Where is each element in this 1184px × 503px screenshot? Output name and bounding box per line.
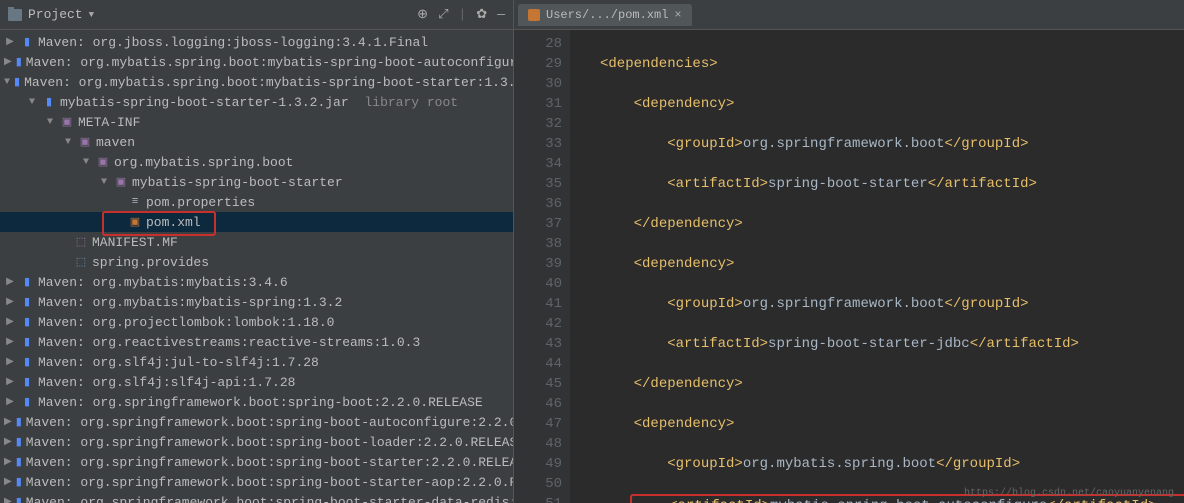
- tree-item[interactable]: ▶▮Maven: org.springframework.boot:spring…: [0, 492, 513, 503]
- divider: |: [458, 7, 466, 22]
- tree-item[interactable]: ▶▮Maven: org.jboss.logging:jboss-logging…: [0, 32, 513, 52]
- watermark-text: https://blog.csdn.net/caoyuanyenang: [964, 488, 1174, 499]
- expand-icon[interactable]: ⤢: [438, 7, 448, 22]
- tree-item[interactable]: ▶▮Maven: org.mybatis:mybatis-spring:1.3.…: [0, 292, 513, 312]
- tree-item[interactable]: ▶▮Maven: org.mybatis:mybatis:3.4.6: [0, 272, 513, 292]
- project-label[interactable]: Project: [28, 7, 83, 22]
- tab-pom-xml[interactable]: Users/.../pom.xml ×: [518, 4, 692, 26]
- editor-tabs: Users/.../pom.xml ×: [514, 0, 1184, 30]
- gear-icon[interactable]: ✿: [476, 7, 487, 22]
- close-icon[interactable]: ×: [674, 8, 681, 22]
- tree-item[interactable]: ▶▮Maven: org.projectlombok:lombok:1.18.0: [0, 312, 513, 332]
- tree-item[interactable]: ▼▣META-INF: [0, 112, 513, 132]
- tree-item[interactable]: ▶▮Maven: org.slf4j:jul-to-slf4j:1.7.28: [0, 352, 513, 372]
- tree-item[interactable]: ▼▣mybatis-spring-boot-starter: [0, 172, 513, 192]
- tree-item[interactable]: ▶▮Maven: org.springframework.boot:spring…: [0, 412, 513, 432]
- tree-item[interactable]: ▼▮mybatis-spring-boot-starter-1.3.2.jar …: [0, 92, 513, 112]
- tree-item[interactable]: ▶▮Maven: org.springframework.boot:spring…: [0, 472, 513, 492]
- tree-item[interactable]: ▶▮Maven: org.springframework.boot:spring…: [0, 452, 513, 472]
- project-tool-window: Project ▼ ⊕ ⤢ | ✿ — ▶▮Maven: org.jboss.l…: [0, 0, 514, 503]
- tree-item[interactable]: ⬚spring.provides: [0, 252, 513, 272]
- tree-item[interactable]: ▼▣org.mybatis.spring.boot: [0, 152, 513, 172]
- tree-item[interactable]: ▶▮Maven: org.reactivestreams:reactive-st…: [0, 332, 513, 352]
- project-tree[interactable]: ▶▮Maven: org.jboss.logging:jboss-logging…: [0, 30, 513, 503]
- tab-label: Users/.../pom.xml: [546, 8, 668, 22]
- tree-item[interactable]: ▶▮Maven: org.springframework.boot:spring…: [0, 392, 513, 412]
- project-icon: [8, 9, 22, 21]
- dropdown-icon[interactable]: ▼: [89, 10, 94, 20]
- tree-item[interactable]: ≡pom.properties: [0, 192, 513, 212]
- tree-item[interactable]: ▶▮Maven: org.slf4j:slf4j-api:1.7.28: [0, 372, 513, 392]
- tree-item[interactable]: ▼▮Maven: org.mybatis.spring.boot:mybatis…: [0, 72, 513, 92]
- tree-item[interactable]: ▶▮Maven: org.mybatis.spring.boot:mybatis…: [0, 52, 513, 72]
- locate-icon[interactable]: ⊕: [417, 7, 428, 22]
- tree-item[interactable]: ▶▮Maven: org.springframework.boot:spring…: [0, 432, 513, 452]
- hide-icon[interactable]: —: [497, 7, 505, 22]
- project-toolbar: Project ▼ ⊕ ⤢ | ✿ —: [0, 0, 513, 30]
- tree-item[interactable]: ▼▣maven: [0, 132, 513, 152]
- code-editor[interactable]: 28 29 30 31 32 33 34 35 36 37 38 39 40 4…: [514, 30, 1184, 503]
- tree-item-pom-xml[interactable]: ▣pom.xml: [0, 212, 513, 232]
- editor-panel: Users/.../pom.xml × 28 29 30 31 32 33 34…: [514, 0, 1184, 503]
- tree-item[interactable]: ⬚MANIFEST.MF: [0, 232, 513, 252]
- line-gutter: 28 29 30 31 32 33 34 35 36 37 38 39 40 4…: [514, 30, 570, 503]
- pom-file-icon: [528, 9, 540, 21]
- code-area[interactable]: <dependencies> <dependency> <groupId>org…: [570, 30, 1184, 503]
